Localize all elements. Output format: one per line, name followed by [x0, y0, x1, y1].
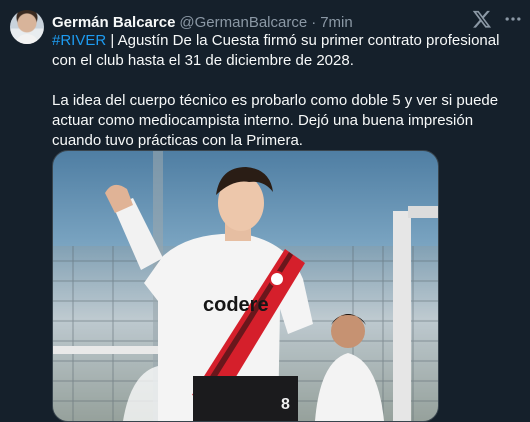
- tweet-text: #RIVER | Agustín De la Cuesta firmó su p…: [52, 31, 520, 151]
- tweet[interactable]: Germán Balcarce @GermanBalcarce · 7min #…: [0, 0, 530, 422]
- more-options-icon[interactable]: [503, 9, 523, 29]
- timestamp[interactable]: 7min: [320, 14, 353, 31]
- x-logo-icon: [472, 10, 492, 28]
- tweet-text-line1: | Agustín De la Cuesta firmó su primer c…: [52, 32, 500, 69]
- shorts-number-text: 8: [281, 396, 290, 413]
- tweet-paragraph-1: #RIVER | Agustín De la Cuesta firmó su p…: [52, 31, 520, 71]
- avatar[interactable]: [10, 10, 44, 44]
- tweet-header: Germán Balcarce @GermanBalcarce · 7min: [52, 12, 353, 32]
- jersey-sponsor-text: codere: [203, 294, 269, 316]
- separator-dot: ·: [311, 13, 317, 31]
- hashtag-river[interactable]: #RIVER: [52, 32, 106, 49]
- tweet-photo[interactable]: codere 8: [52, 150, 439, 422]
- player-photo-illustration: codere 8: [53, 151, 438, 421]
- author-name[interactable]: Germán Balcarce: [52, 14, 175, 31]
- tweet-paragraph-2: La idea del cuerpo técnico es probarlo c…: [52, 92, 499, 149]
- author-handle[interactable]: @GermanBalcarce: [179, 14, 307, 31]
